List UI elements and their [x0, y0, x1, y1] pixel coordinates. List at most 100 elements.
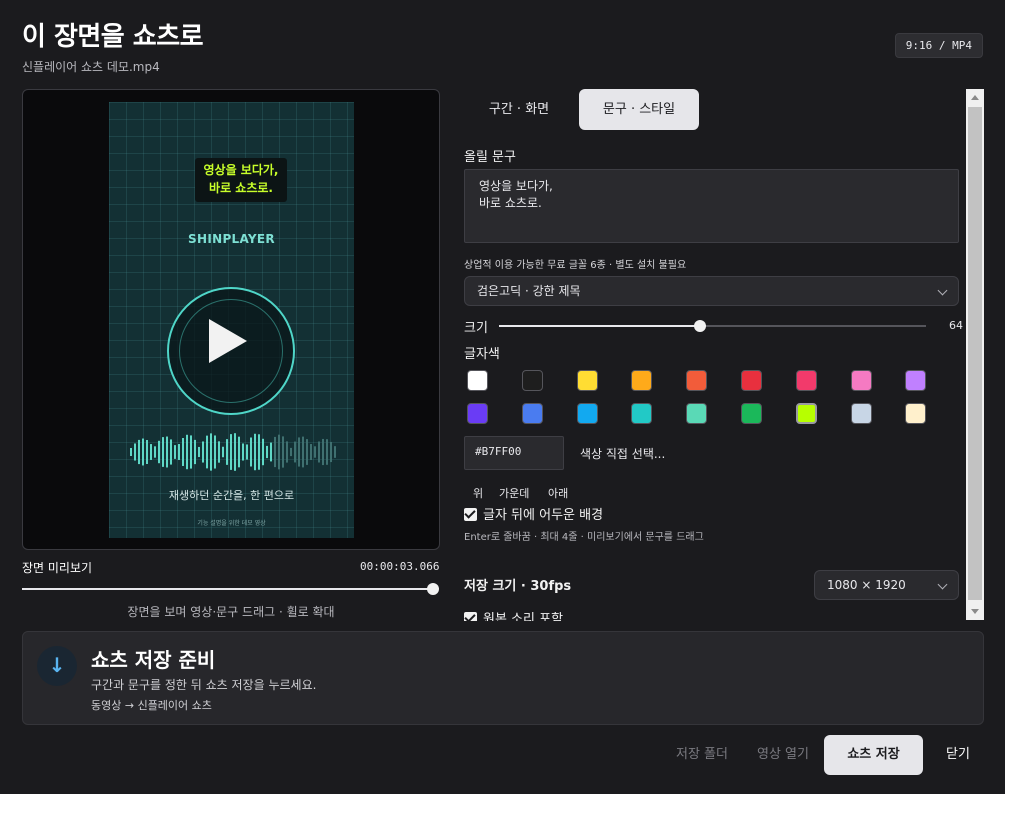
- play-icon[interactable]: [167, 287, 295, 415]
- size-value: 64: [949, 319, 963, 332]
- waveform-bar: [210, 433, 212, 471]
- checkbox-checked-icon[interactable]: [464, 612, 477, 621]
- waveform-bar: [146, 439, 148, 465]
- waveform-bar: [266, 445, 268, 459]
- font-note: 상업적 이용 가능한 무료 글꼴 6종 · 별도 설치 불필요: [464, 260, 687, 271]
- color-swatch[interactable]: [467, 403, 488, 424]
- status-panel: ↓ 쇼츠 저장 준비 구간과 문구를 정한 뒤 쇼츠 저장을 누르세요. 동영상…: [22, 631, 984, 725]
- scroll-down-icon[interactable]: [971, 609, 979, 614]
- color-swatch[interactable]: [631, 403, 653, 424]
- waveform-bar: [302, 436, 304, 468]
- video-caption: 재생하던 순간을, 한 편으로: [168, 489, 295, 502]
- audio-checkbox[interactable]: 원본 소리 포함: [464, 608, 563, 621]
- font-select[interactable]: 검은고딕 · 강한 제목: [464, 276, 959, 306]
- color-swatch[interactable]: [741, 403, 762, 424]
- color-label: 글자색: [464, 347, 500, 362]
- waveform-bar: [326, 439, 328, 465]
- resolution-select-value: 1080 × 1920: [827, 578, 906, 592]
- color-swatch[interactable]: [686, 370, 708, 391]
- position-center-button[interactable]: 가운데: [499, 485, 529, 501]
- color-swatch[interactable]: [576, 403, 598, 424]
- seek-handle[interactable]: [427, 583, 439, 595]
- caption-text-line: 바로 쇼츠로.: [479, 196, 542, 210]
- size-slider-fill: [499, 325, 700, 327]
- chevron-down-icon: [937, 285, 948, 296]
- waveform-bar: [138, 439, 140, 465]
- caption-textarea[interactable]: 영상을 보다가, 바로 쇼츠로.: [464, 169, 959, 243]
- seek-slider[interactable]: [22, 582, 440, 596]
- audio-label: 원본 소리 포함: [483, 612, 564, 621]
- waveform-bar: [130, 448, 132, 456]
- color-swatch[interactable]: [905, 403, 927, 424]
- tab-range-screen[interactable]: 구간 · 화면: [463, 89, 575, 130]
- scene-preview[interactable]: 영상을 보다가, 바로 쇼츠로. SHINPLAYER 재생하던 순간을, 한 …: [22, 89, 440, 550]
- panel-scrollbar[interactable]: [966, 89, 984, 620]
- enter-hint: Enter로 줄바꿈 · 최대 4줄 · 미리보기에서 문구를 드래그: [464, 532, 704, 543]
- waveform-bar: [194, 439, 196, 465]
- waveform-bar: [298, 437, 300, 467]
- save-folder-button[interactable]: 저장 폴더: [667, 735, 737, 775]
- hex-input[interactable]: #B7FF00: [464, 436, 564, 470]
- position-bottom-button[interactable]: 아래: [548, 485, 568, 501]
- download-icon: ↓: [37, 646, 77, 686]
- video-frame[interactable]: 영상을 보다가, 바로 쇼츠로. SHINPLAYER 재생하던 순간을, 한 …: [109, 102, 354, 538]
- waveform-bar: [222, 446, 224, 458]
- status-title: 쇼츠 저장 준비: [91, 648, 216, 672]
- color-swatch[interactable]: [795, 370, 817, 391]
- waveform-bar: [322, 438, 324, 466]
- caption-overlay-line: 영상을 보다가,: [203, 163, 279, 177]
- color-swatch[interactable]: [905, 370, 927, 391]
- size-label: 크기: [464, 321, 488, 336]
- color-swatch[interactable]: [631, 370, 653, 391]
- waveform-bar: [270, 442, 272, 462]
- dark-bg-checkbox[interactable]: 글자 뒤에 어두운 배경: [464, 504, 603, 523]
- waveform-bar: [306, 439, 308, 465]
- waveform-bar: [274, 436, 276, 468]
- color-swatch[interactable]: [850, 370, 872, 391]
- color-swatch[interactable]: [467, 370, 488, 391]
- waveform-bar: [258, 434, 260, 470]
- waveform-bar: [150, 444, 152, 460]
- font-select-value: 검은고딕 · 강한 제목: [477, 284, 581, 298]
- chevron-down-icon: [937, 579, 948, 590]
- waveform-bar: [238, 436, 240, 468]
- caption-text-line: 영상을 보다가,: [479, 179, 553, 193]
- color-swatch[interactable]: [850, 403, 872, 424]
- waveform-bar: [206, 435, 208, 469]
- color-swatch[interactable]: [521, 403, 543, 424]
- preview-hint: 장면을 보며 영상·문구 드래그 · 휠로 확대: [127, 605, 335, 619]
- waveform-bar: [134, 443, 136, 461]
- color-swatch[interactable]: [521, 370, 543, 391]
- waveform-bar: [314, 446, 316, 458]
- color-swatch[interactable]: [795, 403, 817, 424]
- scroll-up-icon[interactable]: [971, 95, 979, 100]
- close-button[interactable]: 닫기: [935, 735, 981, 775]
- brand-text: SHINPLAYER: [188, 232, 275, 246]
- save-shorts-button[interactable]: 쇼츠 저장: [824, 735, 923, 775]
- caption-overlay-line: 바로 쇼츠로.: [209, 181, 273, 195]
- pick-color-button[interactable]: 색상 직접 선택...: [580, 445, 665, 462]
- waveform-bar: [202, 441, 204, 463]
- scrollbar-thumb[interactable]: [968, 107, 982, 600]
- scene-preview-label: 장면 미리보기: [22, 561, 93, 575]
- color-swatch[interactable]: [686, 403, 708, 424]
- waveform-bar: [278, 434, 280, 470]
- checkbox-checked-icon[interactable]: [464, 508, 477, 521]
- color-swatch[interactable]: [576, 370, 598, 391]
- waveform-bar: [170, 439, 172, 465]
- size-slider-handle[interactable]: [694, 320, 706, 332]
- waveform-bar: [230, 434, 232, 470]
- waveform: [130, 433, 336, 471]
- seek-track[interactable]: [22, 588, 434, 590]
- video-footer-text: 기능 설명을 위한 데모 영상: [197, 520, 266, 527]
- open-video-button[interactable]: 영상 열기: [748, 735, 818, 775]
- color-swatch[interactable]: [741, 370, 762, 391]
- status-text: 구간과 문구를 정한 뒤 쇼츠 저장을 누르세요.: [91, 678, 317, 692]
- tab-text-style[interactable]: 문구 · 스타일: [579, 89, 699, 130]
- waveform-bar: [162, 437, 164, 467]
- position-top-button[interactable]: 위: [473, 485, 483, 501]
- dialog-title: 이 장면을 쇼츠로: [22, 22, 204, 52]
- status-path: 동영상 → 신플레이어 쇼츠: [91, 699, 212, 712]
- resolution-select[interactable]: 1080 × 1920: [814, 570, 959, 600]
- caption-overlay[interactable]: 영상을 보다가, 바로 쇼츠로.: [195, 158, 287, 202]
